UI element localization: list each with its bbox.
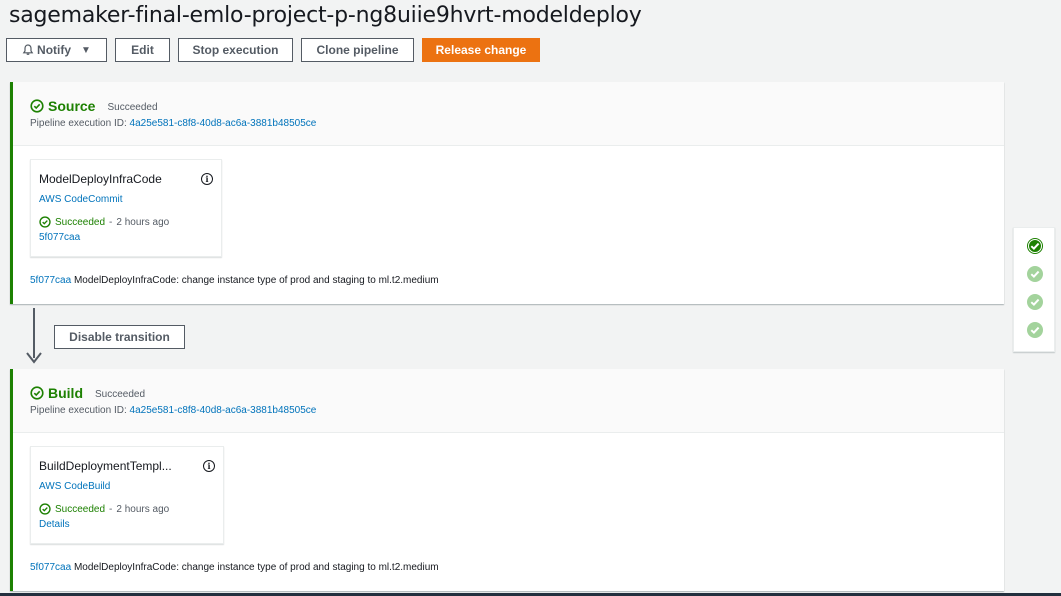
info-icon[interactable]: i bbox=[203, 460, 215, 472]
stage-header: Source Succeeded Pipeline execution ID: … bbox=[13, 82, 1004, 146]
stage-nav-check-icon[interactable] bbox=[1026, 293, 1044, 311]
stage-nav-check-icon[interactable] bbox=[1026, 237, 1044, 255]
execution-id-link[interactable]: 4a25e581-c8f8-40d8-ac6a-3881b48505ce bbox=[130, 118, 317, 129]
provider-link[interactable]: AWS CodeCommit bbox=[39, 194, 123, 205]
stage-status: Succeeded bbox=[95, 388, 146, 400]
action-card: BuildDeploymentTempl... i AWS CodeBuild … bbox=[30, 446, 224, 544]
stage-navigator bbox=[1013, 227, 1055, 352]
release-change-button[interactable]: Release change bbox=[422, 38, 540, 62]
bell-icon bbox=[22, 44, 34, 55]
check-circle-icon bbox=[30, 386, 44, 400]
check-circle-icon bbox=[30, 99, 44, 113]
info-icon[interactable]: i bbox=[201, 173, 213, 185]
action-status: Succeeded bbox=[55, 216, 106, 228]
notify-button[interactable]: Notify ▼ bbox=[6, 38, 107, 62]
action-status: Succeeded bbox=[55, 503, 106, 515]
commit-message: ModelDeployInfraCode: change instance ty… bbox=[73, 275, 439, 286]
execution-label: Pipeline execution ID: bbox=[30, 405, 127, 416]
edit-button[interactable]: Edit bbox=[115, 38, 170, 62]
action-name: ModelDeployInfraCode bbox=[39, 172, 162, 186]
action-time: 2 hours ago bbox=[116, 216, 170, 228]
toolbar: Notify ▼ Edit Stop execution Clone pipel… bbox=[6, 38, 540, 62]
stage-source: Source Succeeded Pipeline execution ID: … bbox=[10, 82, 1004, 304]
commit-summary: 5f077caa ModelDeployInfraCode: change in… bbox=[30, 275, 439, 286]
stage-nav-check-icon[interactable] bbox=[1026, 265, 1044, 283]
caret-down-icon: ▼ bbox=[81, 44, 91, 56]
execution-id-link[interactable]: 4a25e581-c8f8-40d8-ac6a-3881b48505ce bbox=[130, 405, 317, 416]
action-time: 2 hours ago bbox=[116, 503, 170, 515]
execution-label: Pipeline execution ID: bbox=[30, 118, 127, 129]
stage-nav-check-icon[interactable] bbox=[1026, 321, 1044, 339]
commit-summary: 5f077caa ModelDeployInfraCode: change in… bbox=[30, 562, 439, 573]
execution-id: Pipeline execution ID: 4a25e581-c8f8-40d… bbox=[30, 118, 1004, 129]
stage-build: Build Succeeded Pipeline execution ID: 4… bbox=[10, 369, 1004, 591]
stage-name: Build bbox=[48, 385, 83, 401]
commit-link[interactable]: 5f077caa bbox=[39, 232, 213, 243]
disable-transition-button[interactable]: Disable transition bbox=[54, 325, 185, 349]
action-card: ModelDeployInfraCode i AWS CodeCommit Su… bbox=[30, 159, 222, 257]
clone-pipeline-button[interactable]: Clone pipeline bbox=[301, 38, 414, 62]
separator: - bbox=[109, 503, 113, 515]
arrow-down-icon bbox=[26, 352, 42, 364]
check-circle-icon bbox=[39, 503, 51, 515]
execution-id: Pipeline execution ID: 4a25e581-c8f8-40d… bbox=[30, 405, 1004, 416]
commit-id-link[interactable]: 5f077caa bbox=[30, 562, 71, 573]
action-name: BuildDeploymentTempl... bbox=[39, 459, 172, 473]
details-link[interactable]: Details bbox=[39, 519, 215, 530]
stage-status: Succeeded bbox=[107, 101, 158, 113]
separator: - bbox=[109, 216, 113, 228]
stop-execution-button[interactable]: Stop execution bbox=[178, 38, 293, 62]
commit-id-link[interactable]: 5f077caa bbox=[30, 275, 71, 286]
commit-message: ModelDeployInfraCode: change instance ty… bbox=[73, 562, 439, 573]
stage-header: Build Succeeded Pipeline execution ID: 4… bbox=[13, 369, 1004, 433]
check-circle-icon bbox=[39, 216, 51, 228]
provider-link[interactable]: AWS CodeBuild bbox=[39, 481, 110, 492]
stage-name: Source bbox=[48, 98, 96, 114]
page-title: sagemaker-final-emlo-project-p-ng8uiie9h… bbox=[9, 3, 642, 28]
notify-label: Notify bbox=[37, 43, 72, 57]
